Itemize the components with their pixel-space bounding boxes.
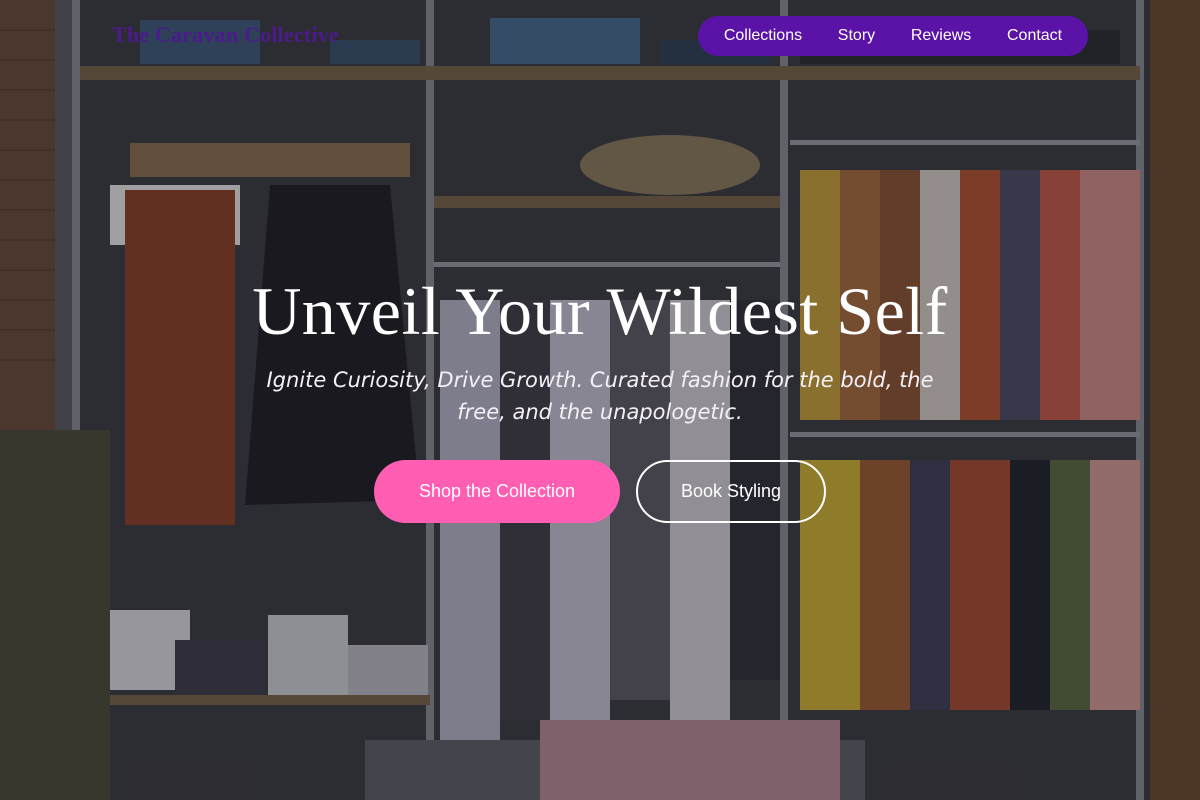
hero-subtitle: Ignite Curiosity, Drive Growth. Curated … [266,368,934,424]
hero-section: Unveil Your Wildest Self Ignite Curiosit… [0,0,1200,800]
hero-title: Unveil Your Wildest Self [252,273,948,349]
book-styling-button[interactable]: Book Styling [636,460,826,523]
shop-collection-button[interactable]: Shop the Collection [374,460,620,523]
